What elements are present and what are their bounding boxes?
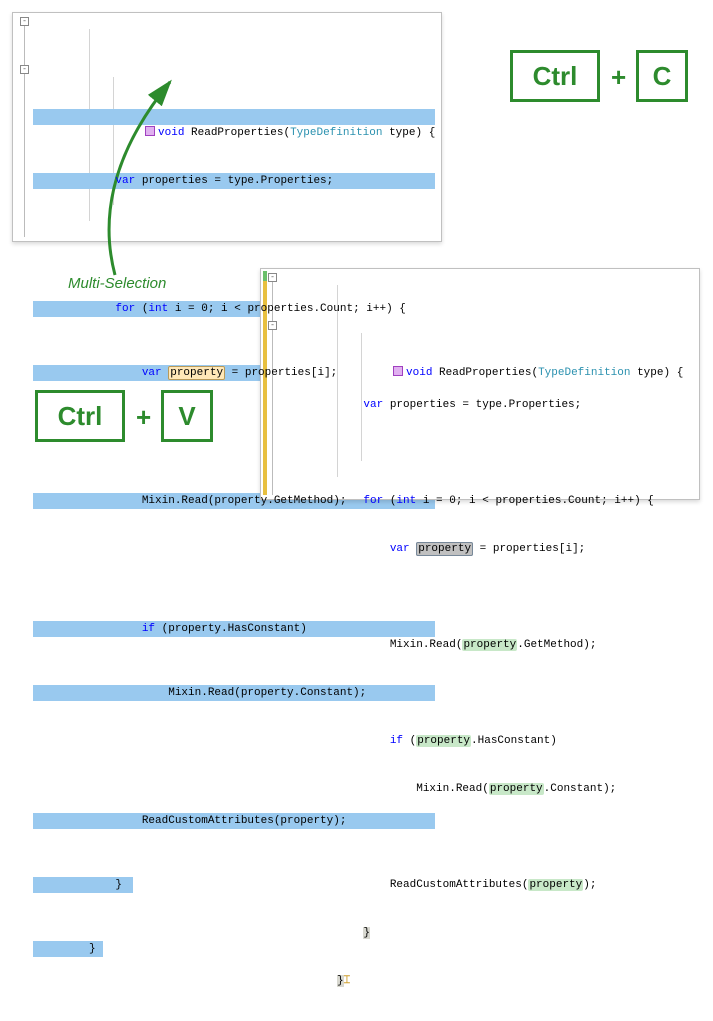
- method-icon: [393, 366, 403, 376]
- change-marker-saved: [263, 271, 267, 281]
- code-line: void ReadProperties(TypeDefinition type)…: [281, 349, 693, 365]
- plus-icon-bottom: +: [136, 402, 151, 433]
- plus-icon-top: +: [611, 62, 626, 93]
- code-line: if (property.HasConstant): [33, 621, 435, 637]
- code-block-top: void ReadProperties(TypeDefinition type)…: [33, 13, 441, 241]
- annotation-label: Multi-Selection: [68, 275, 166, 292]
- code-line: [281, 589, 693, 605]
- key-c: C: [636, 50, 688, 102]
- code-line: [281, 829, 693, 845]
- key-v: V: [161, 390, 213, 442]
- fold-collapse-for[interactable]: -: [268, 321, 277, 330]
- code-line: Mixin.Read(property.Constant);: [281, 781, 693, 797]
- occurrence-highlight: property: [489, 783, 544, 795]
- selection-highlight: property: [168, 366, 225, 380]
- caret-indicator: ⌶: [344, 973, 351, 989]
- fold-collapse-for[interactable]: -: [20, 65, 29, 74]
- occurrence-highlight: property: [528, 879, 583, 891]
- code-line: var properties = type.Properties;: [281, 397, 693, 413]
- code-line: }: [281, 925, 693, 941]
- fold-collapse-method[interactable]: -: [20, 17, 29, 26]
- code-line: ReadCustomAttributes(property);: [33, 813, 435, 829]
- code-line: }: [33, 941, 435, 957]
- code-line: Mixin.Read(property.GetMethod);: [281, 637, 693, 653]
- code-line: var property = properties[i];: [281, 541, 693, 557]
- code-line: [281, 445, 693, 461]
- code-line: void ReadProperties(TypeDefinition type)…: [33, 109, 435, 125]
- code-line: if (property.HasConstant): [281, 733, 693, 749]
- code-line: ReadCustomAttributes(property);: [281, 877, 693, 893]
- fold-collapse-method[interactable]: -: [268, 273, 277, 282]
- code-line: var properties = type.Properties;: [33, 173, 435, 189]
- occurrence-highlight: property: [462, 639, 517, 651]
- code-line: [33, 557, 435, 573]
- key-ctrl-bottom: Ctrl: [35, 390, 125, 442]
- occurrence-highlight: property: [416, 735, 471, 747]
- identifier-highlight: property: [416, 542, 473, 556]
- gutter-top: - -: [13, 13, 33, 241]
- source-editor-top: - - void ReadProperties(TypeDefinition t…: [12, 12, 442, 242]
- code-line: [33, 749, 435, 765]
- code-line: for (int i = 0; i < properties.Count; i+…: [281, 493, 693, 509]
- key-ctrl-top: Ctrl: [510, 50, 600, 102]
- code-line: }⌶: [281, 973, 693, 989]
- code-line: [33, 237, 435, 253]
- method-icon: [145, 126, 155, 136]
- code-line: for (int i = 0; i < properties.Count; i+…: [33, 301, 435, 317]
